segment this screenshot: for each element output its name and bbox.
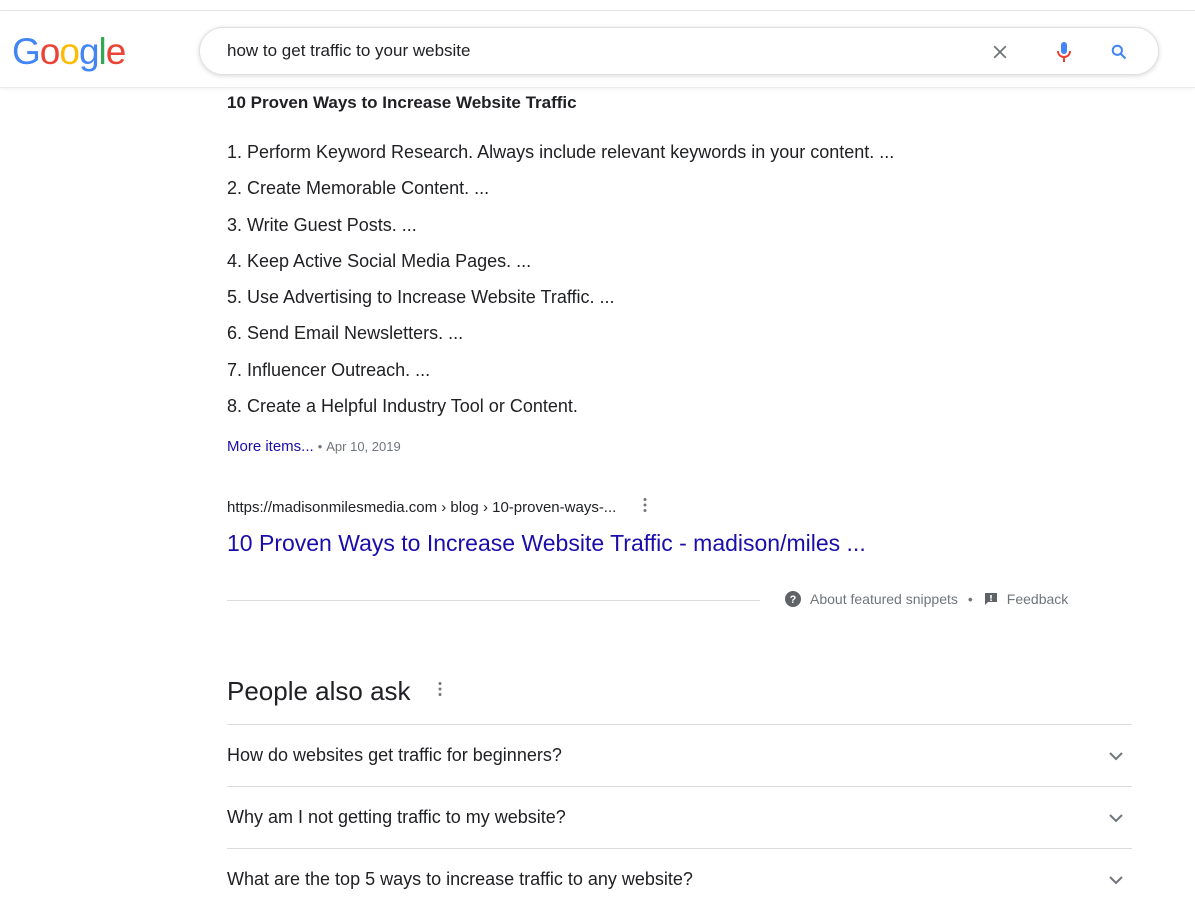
about-featured-snippets-link[interactable]: About featured snippets [810,591,958,607]
clear-search-button[interactable] [986,38,1014,66]
list-item: 3. Write Guest Posts. ... [227,214,417,235]
logo-letter: o [59,31,80,72]
result-title-link[interactable]: 10 Proven Ways to Increase Website Traff… [227,530,866,557]
expand-button[interactable] [1104,806,1128,830]
svg-text:?: ? [790,594,797,606]
list-item: 5. Use Advertising to Increase Website T… [227,287,615,308]
logo-letter: l [98,31,107,72]
microphone-icon [1057,42,1071,62]
more-items-row: More items... • Apr 10, 2019 [227,438,401,455]
search-icon [1111,44,1126,59]
chevron-down-icon [1109,751,1123,760]
result-url[interactable]: https://madisonmilesmedia.com › blog › 1… [227,499,616,516]
google-logo[interactable]: Google [12,31,127,72]
paa-question[interactable]: Why am I not getting traffic to my websi… [227,786,1132,848]
footer-separator: • [967,591,973,607]
paa-question-text: What are the top 5 ways to increase traf… [227,869,693,889]
help-icon: ? [785,591,801,607]
logo-letter: g [78,31,100,72]
snippet-divider [227,600,760,601]
paa-question[interactable]: How do websites get traffic for beginner… [227,724,1132,786]
list-item: 6. Send Email Newsletters. ... [227,323,464,344]
expand-button[interactable] [1104,744,1128,768]
feedback-icon [984,593,997,605]
voice-search-button[interactable] [1050,38,1078,66]
paa-question-text: How do websites get traffic for beginner… [227,745,562,765]
paa-menu-button[interactable] [437,681,443,702]
separator-dot: • [317,439,323,454]
expand-button[interactable] [1104,868,1128,892]
search-box [199,27,1159,75]
list-item: 1. Perform Keyword Research. Always incl… [227,142,895,162]
snippet-footer: ? About featured snippets • Feedback [784,590,1068,608]
snippet-date: Apr 10, 2019 [326,439,401,454]
featured-snippet-list: 1. Perform Keyword Research. Always incl… [227,137,894,427]
list-item: 2. Create Memorable Content. ... [227,178,490,199]
feedback-link[interactable]: Feedback [1007,591,1068,607]
list-item: 7. Influencer Outreach. ... [227,359,431,380]
people-also-ask-title: People also ask [227,676,443,707]
paa-question[interactable]: What are the top 5 ways to increase traf… [227,848,1132,910]
logo-letter: G [12,31,41,72]
more-vert-icon [643,498,647,512]
result-url-row: https://madisonmilesmedia.com › blog › 1… [227,497,648,518]
more-items-link[interactable]: More items... [227,438,314,455]
paa-question-text: Why am I not getting traffic to my websi… [227,807,566,827]
more-vert-icon [438,682,442,696]
result-menu-button[interactable] [642,497,648,518]
list-item: 8. Create a Helpful Industry Tool or Con… [227,396,578,417]
search-header: Google [0,11,1195,88]
logo-letter: o [39,31,61,72]
close-icon [993,45,1007,59]
paa-heading: People also ask [227,676,411,706]
featured-snippet-title: 10 Proven Ways to Increase Website Traff… [227,93,577,112]
chevron-down-icon [1109,875,1123,884]
list-item: 4. Keep Active Social Media Pages. ... [227,250,532,271]
logo-letter: e [105,31,127,72]
search-input[interactable] [227,38,947,64]
search-button[interactable] [1105,38,1133,66]
chevron-down-icon [1109,813,1123,822]
